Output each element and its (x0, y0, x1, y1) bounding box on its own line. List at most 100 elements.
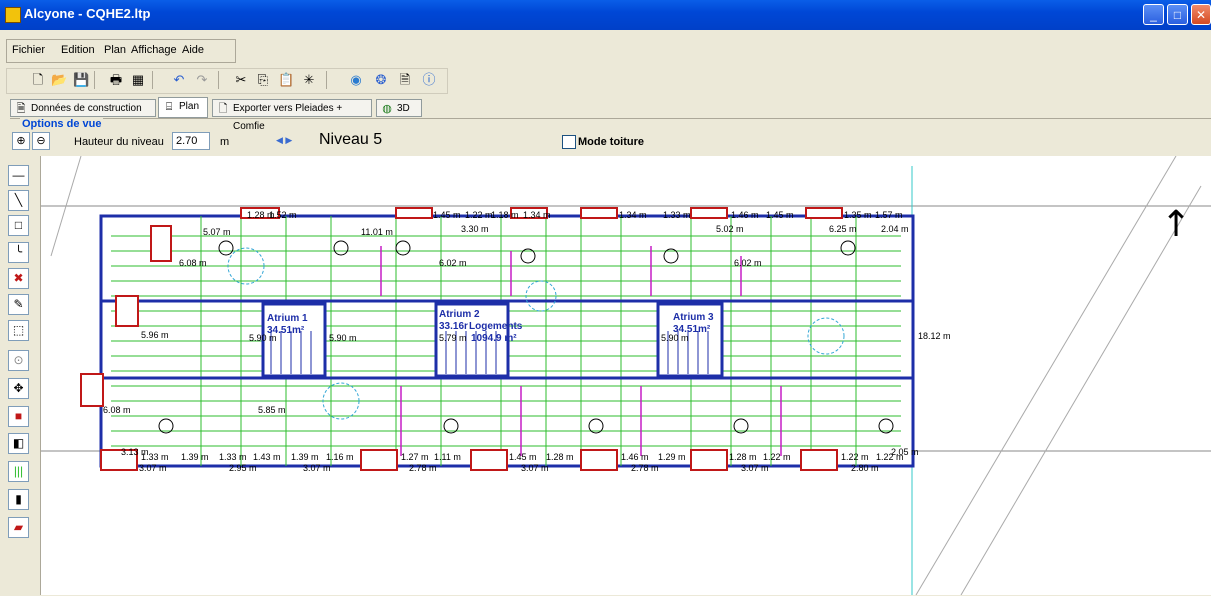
delete-icon[interactable]: ✳ (301, 72, 317, 88)
diagonal-tool[interactable]: ╲ (8, 190, 29, 211)
dim-top: 5.02 m (716, 224, 744, 234)
dim-middle: 6.08 m (179, 258, 207, 268)
dim-bottom: 1.22 m (763, 452, 791, 462)
dim-middle: 5.90 m (329, 333, 357, 343)
zoom-in-button[interactable]: ⊕ (12, 132, 30, 150)
dim-bottom: 1.46 m (621, 452, 649, 462)
about-icon[interactable]: ⓘ (421, 72, 437, 88)
toolbar-separator (326, 71, 327, 89)
select-tool[interactable]: ⬚ (8, 320, 29, 341)
dim-middle: 6.02 m (734, 258, 762, 268)
app-icon (5, 7, 21, 23)
dim-bottom: 1.16 m (326, 452, 354, 462)
dim-bottom: 3.07 m (741, 463, 769, 473)
dim-bottom: 1.33 m (141, 452, 169, 462)
wall-line-tool[interactable]: — (8, 165, 29, 186)
atrium-3-name: Atrium 3 (673, 312, 714, 323)
dim-top: 11.01 m (361, 227, 393, 237)
tab-exporter[interactable]: 🗋 Exporter vers Pleiades + Comfie (212, 99, 372, 132)
copy-icon[interactable]: ⎘ (255, 72, 271, 88)
report-icon[interactable]: 🗎 (397, 72, 413, 88)
menu-edition[interactable]: Edition (61, 44, 95, 56)
zone-label: Logements (469, 321, 523, 332)
dim-bottom: 1.39 m (181, 452, 209, 462)
dim-middle: 6.08 m (103, 405, 131, 415)
dim-middle: 5.90 m (249, 333, 277, 343)
dim-middle: 5.90 m (661, 333, 689, 343)
floor-plan: ↑ Atrium 1 34.51m² Atrium 2 33.16r Logem… (41, 156, 1211, 595)
dim-middle: 6.02 m (439, 258, 467, 268)
globe-icon: ◍ (382, 103, 392, 115)
dim-bottom: 1.22 m (841, 452, 869, 462)
dim-bottom: 1.28 m (546, 452, 574, 462)
open-icon[interactable]: 📂 (51, 72, 67, 88)
paste-icon[interactable]: 📋 (278, 72, 294, 88)
preview-icon[interactable]: ▦ (130, 72, 146, 88)
save-icon[interactable]: 💾 (73, 72, 89, 88)
maximize-button[interactable]: □ (1167, 4, 1188, 25)
tab-3d[interactable]: ◍ 3D (376, 99, 422, 117)
undo-icon[interactable]: ↶ (171, 72, 187, 88)
dim-bottom: 1.39 m (291, 452, 319, 462)
window-title: Alcyone - CQHE2.ltp (24, 6, 151, 21)
dim-top: 1.46 m (731, 210, 759, 220)
dim-top: 1.18 m (491, 210, 519, 220)
minimize-button[interactable]: _ (1143, 4, 1164, 25)
dim-bottom: 1.27 m (401, 452, 429, 462)
height-input[interactable]: 2.70 (172, 132, 210, 150)
dim-top: 1.33 m (663, 210, 691, 220)
dim-bottom: 2.78 m (409, 463, 437, 473)
dimension-tool[interactable]: ⊙ (8, 350, 29, 371)
exit-tool[interactable]: ▰ (8, 517, 29, 538)
document-icon: 🗎 (16, 103, 26, 115)
redo-icon[interactable]: ↷ (194, 72, 210, 88)
door-tool[interactable]: ◧ (8, 433, 29, 454)
atrium-1-name: Atrium 1 (267, 313, 308, 324)
dim-top: 1.35 m (844, 210, 872, 220)
delete-tool[interactable]: ✖ (8, 268, 29, 289)
dim-middle: 5.85 m (258, 405, 286, 415)
dim-bottom: 2.80 m (851, 463, 879, 473)
move-tool[interactable]: ✥ (8, 378, 29, 399)
dim-bottom: 2.05 m (891, 447, 919, 457)
info-icon[interactable]: ❂ (373, 72, 389, 88)
print-icon[interactable]: 🖶 (108, 72, 124, 88)
plan-icon: ⌸ (165, 101, 173, 113)
atrium-2-name: Atrium 2 (439, 309, 480, 320)
dim-top: 1.22 m (465, 210, 493, 220)
close-button[interactable]: ✕ (1191, 4, 1211, 25)
menu-fichier[interactable]: Fichier (12, 44, 45, 56)
dim-top: 1.52 m (269, 210, 297, 220)
level-nav-arrows[interactable]: ◀ ▶ (276, 135, 292, 146)
cut-icon[interactable]: ✂ (233, 72, 249, 88)
dim-top: 6.25 m (829, 224, 857, 234)
tab-plan[interactable]: ⌸ Plan (158, 97, 208, 118)
dim-bottom: 1.45 m (509, 452, 537, 462)
dim-top: 1.34 m (619, 210, 647, 220)
zone-area: 1094.9 m² (471, 333, 517, 344)
height-unit: m (220, 136, 230, 148)
column-tool[interactable]: ▮ (8, 489, 29, 510)
dim-bottom: 1.28 m (729, 452, 757, 462)
options-legend: Options de vue (20, 118, 104, 130)
rectangle-tool[interactable]: □ (8, 215, 29, 236)
window-tool[interactable]: ||| (8, 461, 29, 482)
curve-tool[interactable]: ╰ (8, 242, 29, 263)
help-icon[interactable]: ◉ (348, 72, 364, 88)
toolbar-separator (152, 71, 153, 89)
dim-top: 1.45 m (766, 210, 794, 220)
tab-donnees-construction[interactable]: 🗎 Données de construction (10, 99, 156, 117)
menu-aide[interactable]: Aide (182, 44, 204, 56)
edit-tool[interactable]: ✎ (8, 294, 29, 315)
menu-affichage[interactable]: Affichage (131, 44, 177, 56)
plan-canvas[interactable]: ↑ Atrium 1 34.51m² Atrium 2 33.16r Logem… (40, 156, 1211, 595)
roof-mode-checkbox[interactable] (562, 135, 576, 149)
dim-top: 1.34 m (523, 210, 551, 220)
menu-plan[interactable]: Plan (104, 44, 126, 56)
dim-top: 2.04 m (881, 224, 909, 234)
new-icon[interactable]: 🗋 (30, 72, 46, 88)
dim-middle: 18.12 m (918, 331, 951, 341)
dim-bottom: 2.78 m (631, 463, 659, 473)
fill-tool[interactable]: ■ (8, 406, 29, 427)
zoom-out-button[interactable]: ⊖ (32, 132, 50, 150)
